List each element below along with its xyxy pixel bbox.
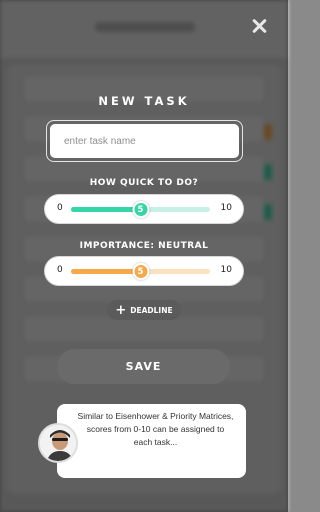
task-input-wrapper (46, 120, 243, 162)
deadline-label: DEADLINE (130, 305, 173, 315)
add-deadline-button[interactable]: + DEADLINE (107, 300, 181, 320)
plus-icon: + (115, 302, 127, 318)
speed-track[interactable]: 5 (71, 201, 210, 218)
importance-track[interactable]: 5 (71, 263, 210, 280)
speed-fill (71, 207, 141, 212)
importance-label: IMPORTANCE: NEUTRAL (79, 241, 209, 251)
speed-label: HOW QUICK TO DO? (89, 178, 199, 188)
importance-fill (71, 269, 141, 274)
speed-slider[interactable]: 0 5 10 (44, 194, 244, 224)
importance-knob[interactable]: 5 (132, 263, 149, 280)
speed-max-label: 10 (220, 203, 232, 213)
speed-knob[interactable]: 5 (132, 201, 149, 218)
save-button[interactable]: SAVE (57, 349, 230, 384)
importance-min-label: 0 (57, 265, 63, 275)
modal-title: NEW TASK (98, 94, 190, 108)
tip-bubble: Similar to Eisenhower & Priority Matrice… (57, 404, 246, 478)
task-name-input[interactable] (50, 124, 239, 158)
close-icon[interactable] (249, 16, 269, 36)
tip-text: Similar to Eisenhower & Priority Matrice… (77, 411, 234, 447)
speed-min-label: 0 (57, 203, 63, 213)
importance-slider[interactable]: 0 5 10 (44, 256, 244, 286)
importance-max-label: 10 (220, 265, 232, 275)
user-avatar-icon (38, 423, 78, 463)
